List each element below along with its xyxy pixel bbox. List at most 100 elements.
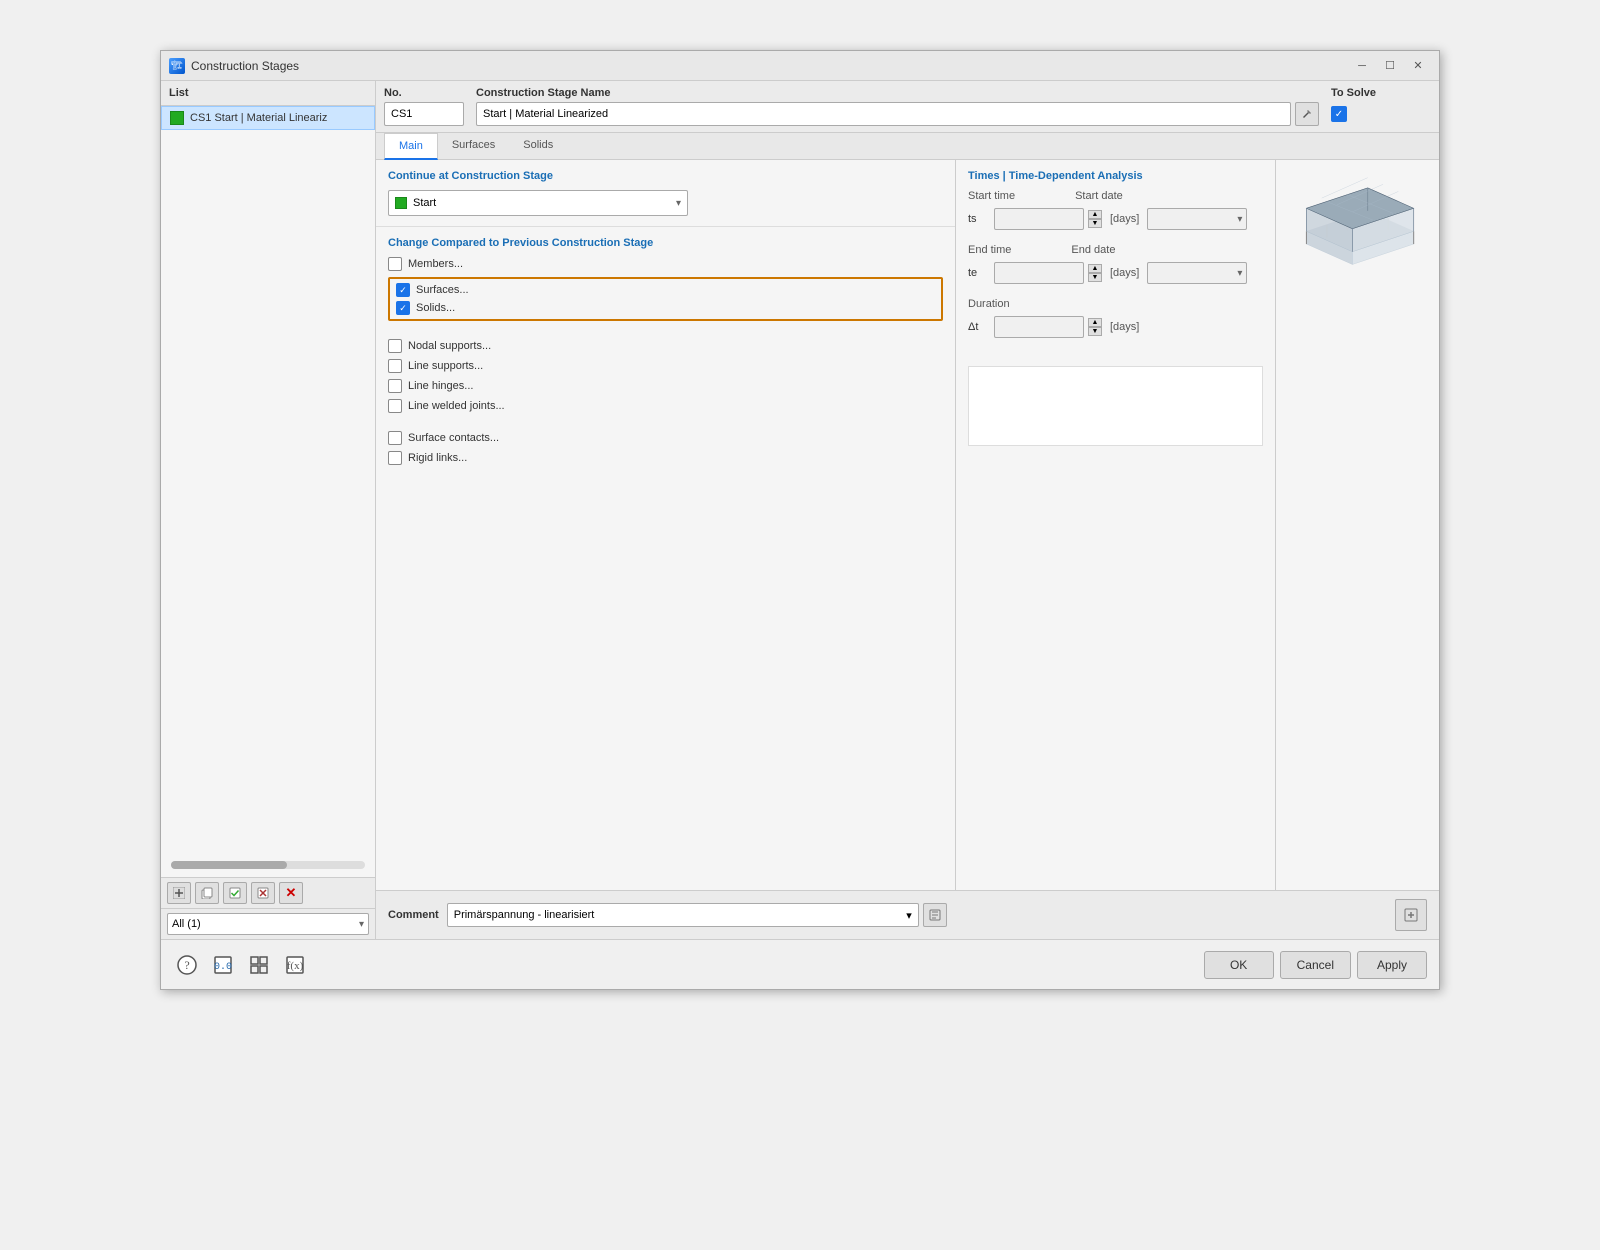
uncheck-all-button[interactable]: [251, 882, 275, 904]
copy-button[interactable]: [195, 882, 219, 904]
duration-up[interactable]: ▲: [1088, 318, 1102, 327]
duration-input[interactable]: [994, 316, 1084, 338]
end-time-block: End time End date te ▲ ▼: [968, 244, 1263, 284]
sidebar-scrollbar[interactable]: [171, 861, 365, 869]
checkbox-solids[interactable]: ✓ Solids...: [396, 301, 935, 315]
checkbox-surfaces[interactable]: ✓ Surfaces...: [396, 283, 935, 297]
continue-dropdown[interactable]: Start ▾: [388, 190, 688, 216]
values-button[interactable]: 0.0: [209, 952, 237, 978]
svg-text:f(x): f(x): [287, 960, 304, 972]
add-button[interactable]: [167, 882, 191, 904]
end-time-input[interactable]: [994, 262, 1084, 284]
duration-spinner: ▲ ▼: [1088, 318, 1102, 336]
checkbox-nodal-supports[interactable]: Nodal supports...: [388, 339, 943, 353]
cancel-button[interactable]: Cancel: [1280, 951, 1351, 979]
end-time-sub: te: [968, 267, 986, 279]
bottom-bar: ? 0.0 f(x) OK Cancel Apply: [161, 939, 1439, 989]
start-time-up[interactable]: ▲: [1088, 210, 1102, 219]
continue-dropdown-arrow: ▾: [676, 198, 681, 209]
end-time-down[interactable]: ▼: [1088, 273, 1102, 282]
separator-2: [388, 419, 943, 425]
duration-input-group: ▲ ▼: [994, 316, 1102, 338]
members-checkbox[interactable]: [388, 257, 402, 271]
end-time-input-group: ▲ ▼: [994, 262, 1102, 284]
right-action-button[interactable]: [1395, 899, 1427, 931]
checkbox-group: Members... ✓ Surfaces... ✓ Solid: [388, 257, 943, 465]
no-field: No.: [384, 87, 464, 126]
preview-area: [1276, 160, 1439, 282]
svg-text:?: ?: [184, 958, 189, 972]
name-input-row: [476, 102, 1319, 126]
solids-label: Solids...: [416, 302, 455, 314]
bottom-icons: ? 0.0 f(x): [173, 952, 309, 978]
sidebar-item-cs1[interactable]: CS1 Start | Material Lineariz: [161, 106, 375, 130]
start-time-sub: ts: [968, 213, 986, 225]
start-date-dropdown[interactable]: ▾: [1147, 208, 1247, 230]
tab-main[interactable]: Main: [384, 133, 438, 160]
duration-down[interactable]: ▼: [1088, 327, 1102, 336]
start-time-input[interactable]: [994, 208, 1084, 230]
line-supports-checkbox[interactable]: [388, 359, 402, 373]
line-hinges-checkbox[interactable]: [388, 379, 402, 393]
svg-text:0.0: 0.0: [214, 962, 232, 973]
comment-dropdown[interactable]: Primärspannung - linearisiert ▾: [447, 903, 919, 927]
surface-contacts-checkbox[interactable]: [388, 431, 402, 445]
apply-button[interactable]: Apply: [1357, 951, 1427, 979]
checkbox-line-hinges[interactable]: Line hinges...: [388, 379, 943, 393]
end-time-spinner: ▲ ▼: [1088, 264, 1102, 282]
header-row: No. Construction Stage Name To Solve: [376, 81, 1439, 133]
surfaces-checkbox[interactable]: ✓: [396, 283, 410, 297]
filter-dropdown[interactable]: All (1) ▾: [167, 913, 369, 935]
name-input[interactable]: [476, 102, 1291, 126]
line-welded-label: Line welded joints...: [408, 400, 505, 412]
sidebar-list: CS1 Start | Material Lineariz: [161, 106, 375, 853]
filter-dropdown-value: All (1): [172, 918, 201, 930]
duration-unit: [days]: [1110, 321, 1139, 333]
comment-label: Comment: [388, 909, 439, 921]
maximize-button[interactable]: ☐: [1377, 56, 1403, 76]
tab-solids[interactable]: Solids: [509, 133, 567, 160]
scrollbar-thumb: [171, 861, 287, 869]
name-edit-button[interactable]: [1295, 102, 1319, 126]
solids-checkbox[interactable]: ✓: [396, 301, 410, 315]
checkbox-rigid-links[interactable]: Rigid links...: [388, 451, 943, 465]
formula-button[interactable]: f(x): [281, 952, 309, 978]
grid-button[interactable]: [245, 952, 273, 978]
start-time-block: Start time Start date ts ▲ ▼: [968, 190, 1263, 230]
surfaces-label: Surfaces...: [416, 284, 469, 296]
name-label: Construction Stage Name: [476, 87, 1319, 99]
help-button[interactable]: ?: [173, 952, 201, 978]
close-button[interactable]: ✕: [1405, 56, 1431, 76]
end-date-dropdown[interactable]: ▾: [1147, 262, 1247, 284]
to-solve-checkbox-row: ✓: [1331, 102, 1431, 126]
start-time-down[interactable]: ▼: [1088, 219, 1102, 228]
minimize-button[interactable]: ─: [1349, 56, 1375, 76]
comment-bar: Comment Primärspannung - linearisiert ▾: [376, 890, 1439, 939]
end-time-label: End time: [968, 244, 1011, 256]
rigid-links-checkbox[interactable]: [388, 451, 402, 465]
to-solve-label: To Solve: [1331, 87, 1431, 99]
end-date-label: End date: [1071, 244, 1115, 256]
filter-dropdown-arrow: ▾: [359, 919, 364, 930]
middle-column: Times | Time-Dependent Analysis Start ti…: [956, 160, 1276, 890]
end-time-up[interactable]: ▲: [1088, 264, 1102, 273]
checkbox-line-supports[interactable]: Line supports...: [388, 359, 943, 373]
no-label: No.: [384, 87, 464, 99]
no-input[interactable]: [384, 102, 464, 126]
delete-button[interactable]: ✕: [279, 882, 303, 904]
checkbox-line-welded[interactable]: Line welded joints...: [388, 399, 943, 413]
sidebar: List CS1 Start | Material Lineariz: [161, 81, 376, 939]
end-time-row: te ▲ ▼ [days]: [968, 262, 1263, 284]
comment-edit-button[interactable]: [923, 903, 947, 927]
nodal-supports-checkbox[interactable]: [388, 339, 402, 353]
checkbox-members[interactable]: Members...: [388, 257, 943, 271]
comment-input-group: Primärspannung - linearisiert ▾: [447, 903, 947, 927]
separator-1: [388, 327, 943, 333]
check-all-button[interactable]: [223, 882, 247, 904]
to-solve-checkbox[interactable]: ✓: [1331, 106, 1347, 122]
ok-button[interactable]: OK: [1204, 951, 1274, 979]
checkbox-surface-contacts[interactable]: Surface contacts...: [388, 431, 943, 445]
start-date-arrow: ▾: [1237, 214, 1242, 225]
tab-surfaces[interactable]: Surfaces: [438, 133, 509, 160]
line-welded-checkbox[interactable]: [388, 399, 402, 413]
